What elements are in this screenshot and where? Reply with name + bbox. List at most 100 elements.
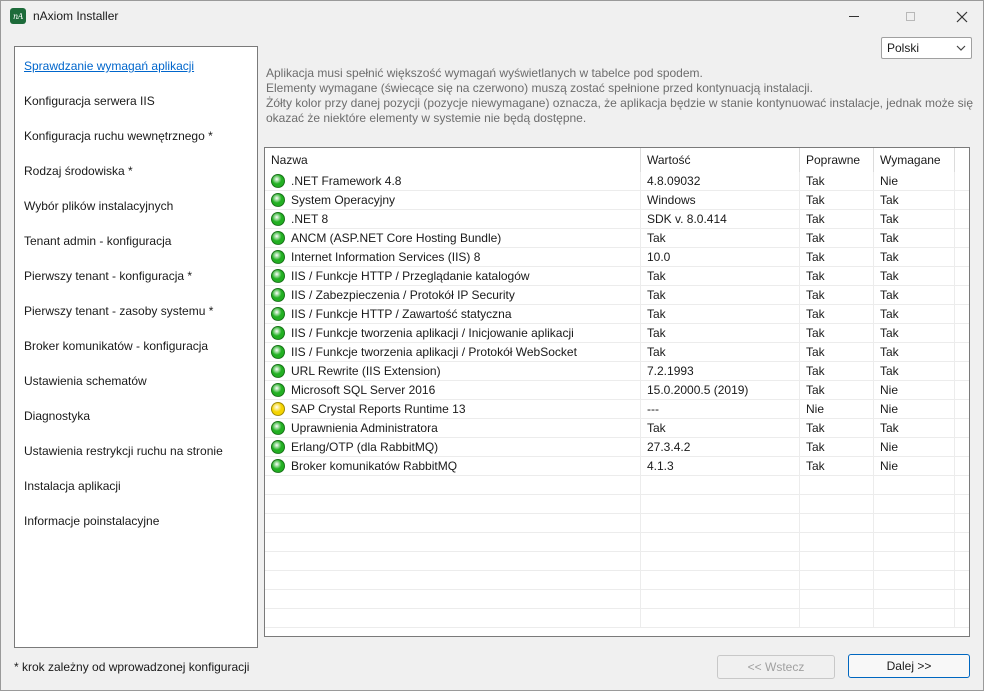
back-button[interactable]: << Wstecz: [717, 655, 835, 679]
status-ok-icon: [271, 212, 285, 226]
cell-filler: [955, 191, 969, 210]
table-row[interactable]: URL Rewrite (IIS Extension) 7.2.1993 Tak Ta…: [265, 362, 969, 381]
sidebar-item-first-tenant-resources[interactable]: Pierwszy tenant - zasoby systemu *: [24, 304, 213, 318]
table-row[interactable]: IIS / Funkcje tworzenia aplikacji / Inic…: [265, 324, 969, 343]
cell-name: Internet Information Services (IIS) 8: [265, 248, 641, 267]
sidebar-item-requirements[interactable]: Sprawdzanie wymagań aplikacji: [24, 59, 194, 73]
cell-filler: [955, 229, 969, 248]
requirements-table[interactable]: Nazwa Wartość Poprawne Wymagane .NET Fra…: [264, 147, 970, 637]
cell-correct: Tak: [800, 210, 874, 229]
cell-correct: Nie: [800, 400, 874, 419]
cell-correct: [800, 495, 874, 514]
table-row[interactable]: .NET Framework 4.8 4.8.09032 Tak Nie: [265, 172, 969, 191]
cell-filler: [955, 324, 969, 343]
cell-required: Nie: [874, 438, 955, 457]
sidebar-item-install-files[interactable]: Wybór plików instalacyjnych: [24, 199, 173, 213]
sidebar-item-iis-server[interactable]: Konfiguracja serwera IIS: [24, 94, 155, 108]
table-row-empty: [265, 590, 969, 609]
table-row[interactable]: IIS / Funkcje HTTP / Zawartość statyczna…: [265, 305, 969, 324]
cell-correct: Tak: [800, 438, 874, 457]
cell-value: Tak: [641, 286, 800, 305]
table-row-empty: [265, 552, 969, 571]
sidebar-item-broker-config[interactable]: Broker komunikatów - konfiguracja: [24, 339, 208, 353]
table-header: Nazwa Wartość Poprawne Wymagane: [265, 148, 969, 172]
cell-filler: [955, 609, 969, 628]
table-row[interactable]: IIS / Funkcje tworzenia aplikacji / Prot…: [265, 343, 969, 362]
sidebar-item-install-app[interactable]: Instalacja aplikacji: [24, 479, 121, 493]
sidebar-item-schemas[interactable]: Ustawienia schematów: [24, 374, 147, 388]
cell-value: 27.3.4.2: [641, 438, 800, 457]
status-ok-icon: [271, 250, 285, 264]
cell-name: [265, 514, 641, 533]
status-ok-icon: [271, 440, 285, 454]
language-select[interactable]: Polski: [881, 37, 972, 59]
cell-required: [874, 533, 955, 552]
language-selected-value: Polski: [887, 41, 920, 55]
table-row[interactable]: .NET 8 SDK v. 8.0.414 Tak Tak: [265, 210, 969, 229]
cell-filler: [955, 362, 969, 381]
cell-filler: [955, 267, 969, 286]
minimize-button[interactable]: [831, 1, 877, 32]
sidebar-item-internal-traffic[interactable]: Konfiguracja ruchu wewnętrznego *: [24, 129, 213, 143]
table-row[interactable]: Microsoft SQL Server 2016 15.0.2000.5 (20…: [265, 381, 969, 400]
cell-value: Tak: [641, 324, 800, 343]
cell-required: [874, 552, 955, 571]
cell-name: [265, 609, 641, 628]
cell-value: Tak: [641, 229, 800, 248]
title-bar[interactable]: nA nAxiom Installer: [1, 1, 983, 32]
table-body: .NET Framework 4.8 4.8.09032 Tak Nie System …: [265, 172, 969, 636]
table-row[interactable]: IIS / Funkcje HTTP / Przeglądanie katalo…: [265, 267, 969, 286]
cell-filler: [955, 400, 969, 419]
column-header-required[interactable]: Wymagane: [874, 148, 955, 172]
sidebar-item-first-tenant-config[interactable]: Pierwszy tenant - konfiguracja *: [24, 269, 192, 283]
column-header-correct[interactable]: Poprawne: [800, 148, 874, 172]
cell-filler: [955, 248, 969, 267]
cell-required: [874, 571, 955, 590]
cell-value: [641, 533, 800, 552]
cell-correct: [800, 609, 874, 628]
cell-name: SAP Crystal Reports Runtime 13: [265, 400, 641, 419]
cell-value: ---: [641, 400, 800, 419]
table-row-empty: [265, 476, 969, 495]
maximize-button: [887, 1, 933, 32]
status-ok-icon: [271, 326, 285, 340]
status-ok-icon: [271, 421, 285, 435]
table-row[interactable]: Uprawnienia Administratora Tak Tak Tak: [265, 419, 969, 438]
steps-sidebar: Sprawdzanie wymagań aplikacji Konfigurac…: [14, 46, 258, 648]
table-row[interactable]: Broker komunikatów RabbitMQ 4.1.3 Tak Nie: [265, 457, 969, 476]
cell-filler: [955, 571, 969, 590]
cell-filler: [955, 172, 969, 191]
cell-value: [641, 609, 800, 628]
description-line: Żółty kolor przy danej pozycji (pozycje …: [266, 96, 974, 125]
next-button[interactable]: Dalej >>: [848, 654, 970, 678]
cell-name: .NET 8: [265, 210, 641, 229]
cell-required: Tak: [874, 324, 955, 343]
table-row[interactable]: System Operacyjny Windows Tak Tak: [265, 191, 969, 210]
status-ok-icon: [271, 383, 285, 397]
table-row[interactable]: ANCM (ASP.NET Core Hosting Bundle) Tak Tak…: [265, 229, 969, 248]
column-header-value[interactable]: Wartość: [641, 148, 800, 172]
cell-name: IIS / Zabezpieczenia / Protokół IP Secur…: [265, 286, 641, 305]
cell-name: [265, 552, 641, 571]
table-row[interactable]: Erlang/OTP (dla RabbitMQ) 27.3.4.2 Tak Nie: [265, 438, 969, 457]
close-button[interactable]: [939, 1, 984, 32]
column-header-name[interactable]: Nazwa: [265, 148, 641, 172]
sidebar-item-post-install-info[interactable]: Informacje poinstalacyjne: [24, 514, 159, 528]
sidebar-item-tenant-admin[interactable]: Tenant admin - konfiguracja: [24, 234, 171, 248]
cell-name: URL Rewrite (IIS Extension): [265, 362, 641, 381]
cell-required: Tak: [874, 305, 955, 324]
sidebar-item-environment[interactable]: Rodzaj środowiska *: [24, 164, 133, 178]
table-row[interactable]: Internet Information Services (IIS) 8 10.…: [265, 248, 969, 267]
cell-value: Tak: [641, 305, 800, 324]
sidebar-item-diagnostics[interactable]: Diagnostyka: [24, 409, 90, 423]
table-row[interactable]: IIS / Zabezpieczenia / Protokół IP Secur…: [265, 286, 969, 305]
cell-required: Tak: [874, 210, 955, 229]
cell-filler: [955, 533, 969, 552]
sidebar-item-traffic-restrictions[interactable]: Ustawienia restrykcji ruchu na stronie: [24, 444, 223, 458]
cell-filler: [955, 552, 969, 571]
cell-correct: Tak: [800, 191, 874, 210]
window-title: nAxiom Installer: [33, 9, 119, 23]
cell-correct: Tak: [800, 286, 874, 305]
table-row[interactable]: SAP Crystal Reports Runtime 13 --- Nie Nie: [265, 400, 969, 419]
cell-value: Windows: [641, 191, 800, 210]
